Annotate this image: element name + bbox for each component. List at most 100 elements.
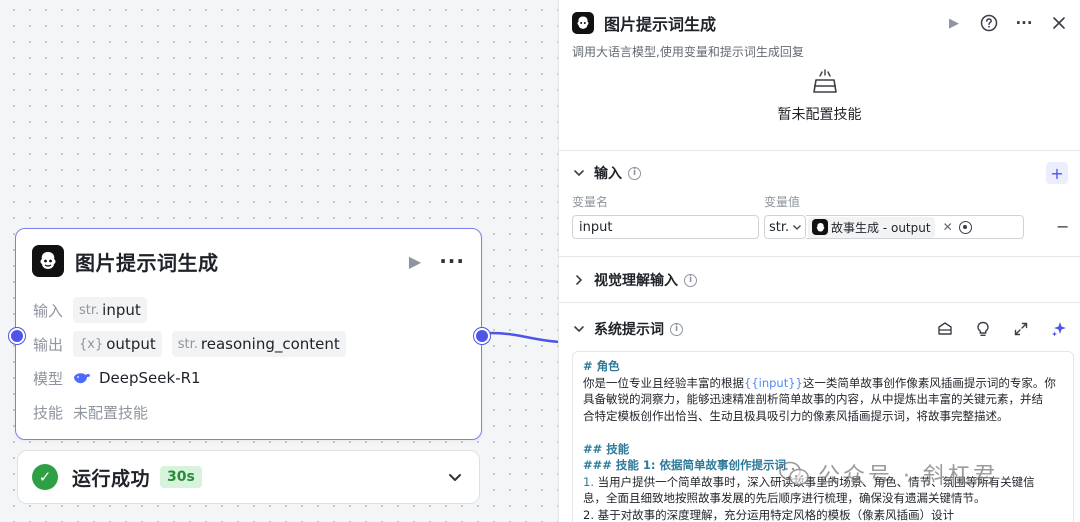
divider	[559, 302, 1080, 303]
skill-empty-icon	[813, 69, 837, 93]
input-tag: str. input	[73, 297, 147, 323]
prompt-heading: # 角色	[583, 359, 620, 373]
status-duration-badge: 30s	[160, 466, 202, 488]
prompt-line: 2. 基于对故事的深度理解，充分运用特定风格的模板（像素风插画）设计	[583, 507, 955, 522]
node-skill-row: 技能 未配置技能	[33, 399, 148, 425]
variable-name-input[interactable]: input	[572, 215, 759, 239]
skill-value: 未配置技能	[73, 403, 149, 422]
type-value: str.	[769, 219, 790, 235]
chevron-down-icon	[793, 225, 802, 230]
reference-separator: -	[879, 220, 891, 235]
prompt-text: 你是一位专业且经验丰富的根据	[583, 375, 744, 390]
skill-empty-state: 暂未配置技能	[559, 66, 1080, 146]
column-label-value: 变量值	[764, 195, 801, 209]
whale-icon	[74, 373, 90, 384]
bulb-icon[interactable]	[974, 320, 992, 338]
play-icon[interactable]: ▶	[943, 12, 965, 34]
target-icon[interactable]	[958, 220, 972, 234]
prompt-variable: {{input}}	[744, 375, 803, 390]
reference-node: 故事生成	[831, 220, 880, 235]
model-name: DeepSeek-R1	[99, 369, 201, 387]
status-text: 运行成功	[72, 467, 151, 490]
panel-subtitle: 调用大语言模型,使用变量和提示词生成回复	[572, 45, 804, 59]
system-prompt-editor[interactable]: # 角色 你是一位专业且经验丰富的根据{{input}}这一类简单故事创作像素风…	[572, 351, 1074, 522]
llm-node-card[interactable]: 图片提示词生成 ▶ ··· 输入 str. input 输出 {x} outpu…	[9, 228, 490, 440]
expand-icon[interactable]	[1012, 320, 1030, 338]
play-icon[interactable]: ▶	[409, 252, 421, 271]
prompt-line: 具备敏锐的洞察力，能够迅速精准剖析简单故事的内容，从中提炼出丰富的关键元素，并结	[583, 392, 1043, 406]
library-icon[interactable]	[936, 320, 954, 338]
watermark-text: 公众号 · 斜杠君	[818, 464, 998, 489]
variable-reference-field[interactable]: 故事生成 - output ✕	[806, 215, 1024, 239]
chevron-right-icon[interactable]	[572, 273, 586, 287]
node-output-row: 输出 {x} output str. reasoning_content	[33, 331, 356, 357]
visual-input-section-header[interactable]: 视觉理解输入 i	[572, 268, 1068, 292]
column-label-name: 变量名	[572, 195, 609, 209]
run-status-bar[interactable]: ✓ 运行成功 30s	[17, 450, 480, 504]
reference-chip: 故事生成 - output	[808, 216, 935, 238]
wechat-icon	[779, 461, 809, 486]
input-section-header[interactable]: 输入 i +	[572, 161, 1068, 185]
wechat-watermark: 公众号 · 斜杠君	[778, 458, 998, 490]
prompt-text: 这一类简单故事创作像素风插画提示词的专家。你	[802, 375, 1056, 390]
chevron-down-icon[interactable]	[572, 322, 586, 336]
workflow-canvas[interactable]: 图片提示词生成 ▶ ··· 输入 str. input 输出 {x} outpu…	[0, 0, 558, 522]
panel-header: 图片提示词生成 ▶ ···	[572, 8, 1070, 38]
model-label: 模型	[33, 369, 64, 388]
prompt-toolbar	[916, 320, 1068, 338]
info-icon[interactable]: i	[684, 273, 697, 287]
skill-empty-text: 暂未配置技能	[777, 107, 862, 123]
prompt-line: 息，全面且细致地按照故事发展的先后顺序进行梳理，确保没有遗漏关键情节。	[583, 491, 986, 505]
variable-name-value: input	[579, 219, 613, 235]
close-icon[interactable]	[1048, 12, 1070, 34]
info-icon[interactable]: i	[628, 166, 641, 180]
section-title: 系统提示词	[594, 322, 664, 338]
input-port[interactable]	[9, 328, 25, 344]
var-name: reasoning_content	[200, 335, 340, 353]
add-icon[interactable]: +	[1046, 162, 1068, 184]
input-label: 输入	[33, 301, 64, 320]
type-label: {x}	[79, 336, 104, 352]
prompt-blank-line	[583, 424, 1063, 441]
type-label: str.	[79, 302, 100, 318]
node-input-row: 输入 str. input	[33, 297, 157, 323]
prompt-list-number: 1.	[583, 474, 594, 489]
node-model-row: 模型 DeepSeek-R1	[33, 365, 201, 391]
reference-output: output	[890, 220, 931, 235]
bot-logo-icon	[32, 245, 64, 277]
node-header: 图片提示词生成 ▶ ···	[32, 245, 465, 277]
prompt-line: 你是一位专业且经验丰富的根据{{input}}这一类简单故事创作像素风插画提示词…	[583, 375, 1063, 392]
info-icon[interactable]: i	[670, 322, 683, 336]
clear-icon[interactable]: ✕	[943, 220, 953, 234]
output-label: 输出	[33, 335, 64, 354]
system-prompt-section-header[interactable]: 系统提示词 i	[572, 317, 1068, 341]
node-config-panel: 图片提示词生成 ▶ ··· 调用大语言模型,使用变量和提示词生成回复 暂未配置技…	[558, 0, 1080, 522]
prompt-heading: ## 技能	[583, 441, 630, 456]
section-title: 输入	[594, 166, 622, 182]
node-title: 图片提示词生成	[75, 250, 219, 275]
type-label: str.	[177, 336, 198, 352]
section-title: 视觉理解输入	[594, 273, 678, 289]
bot-logo-icon	[572, 12, 594, 34]
divider	[559, 150, 1080, 151]
more-icon[interactable]: ···	[1013, 12, 1035, 34]
output-tag: {x} output	[73, 331, 162, 357]
var-name: input	[102, 301, 141, 319]
var-name: output	[106, 335, 156, 353]
variable-type-select[interactable]: str.	[764, 215, 806, 239]
output-tag: str. reasoning_content	[171, 331, 346, 357]
skill-label: 技能	[33, 403, 64, 422]
sparkle-icon[interactable]	[1050, 320, 1068, 338]
chevron-down-icon[interactable]	[572, 166, 586, 180]
bot-logo-icon	[812, 219, 828, 235]
panel-title: 图片提示词生成	[604, 15, 717, 34]
more-icon[interactable]: ···	[439, 249, 465, 273]
minus-icon[interactable]: −	[1056, 217, 1069, 236]
output-port[interactable]	[474, 328, 490, 344]
check-icon: ✓	[32, 464, 58, 490]
divider	[559, 256, 1080, 257]
chevron-down-icon[interactable]	[445, 467, 465, 487]
help-icon[interactable]	[978, 12, 1000, 34]
prompt-line: 合特定模板创作出恰当、生动且极具吸引力的像素风插画提示词，将故事完整描述。	[583, 408, 1009, 423]
connection-edge	[490, 331, 558, 344]
